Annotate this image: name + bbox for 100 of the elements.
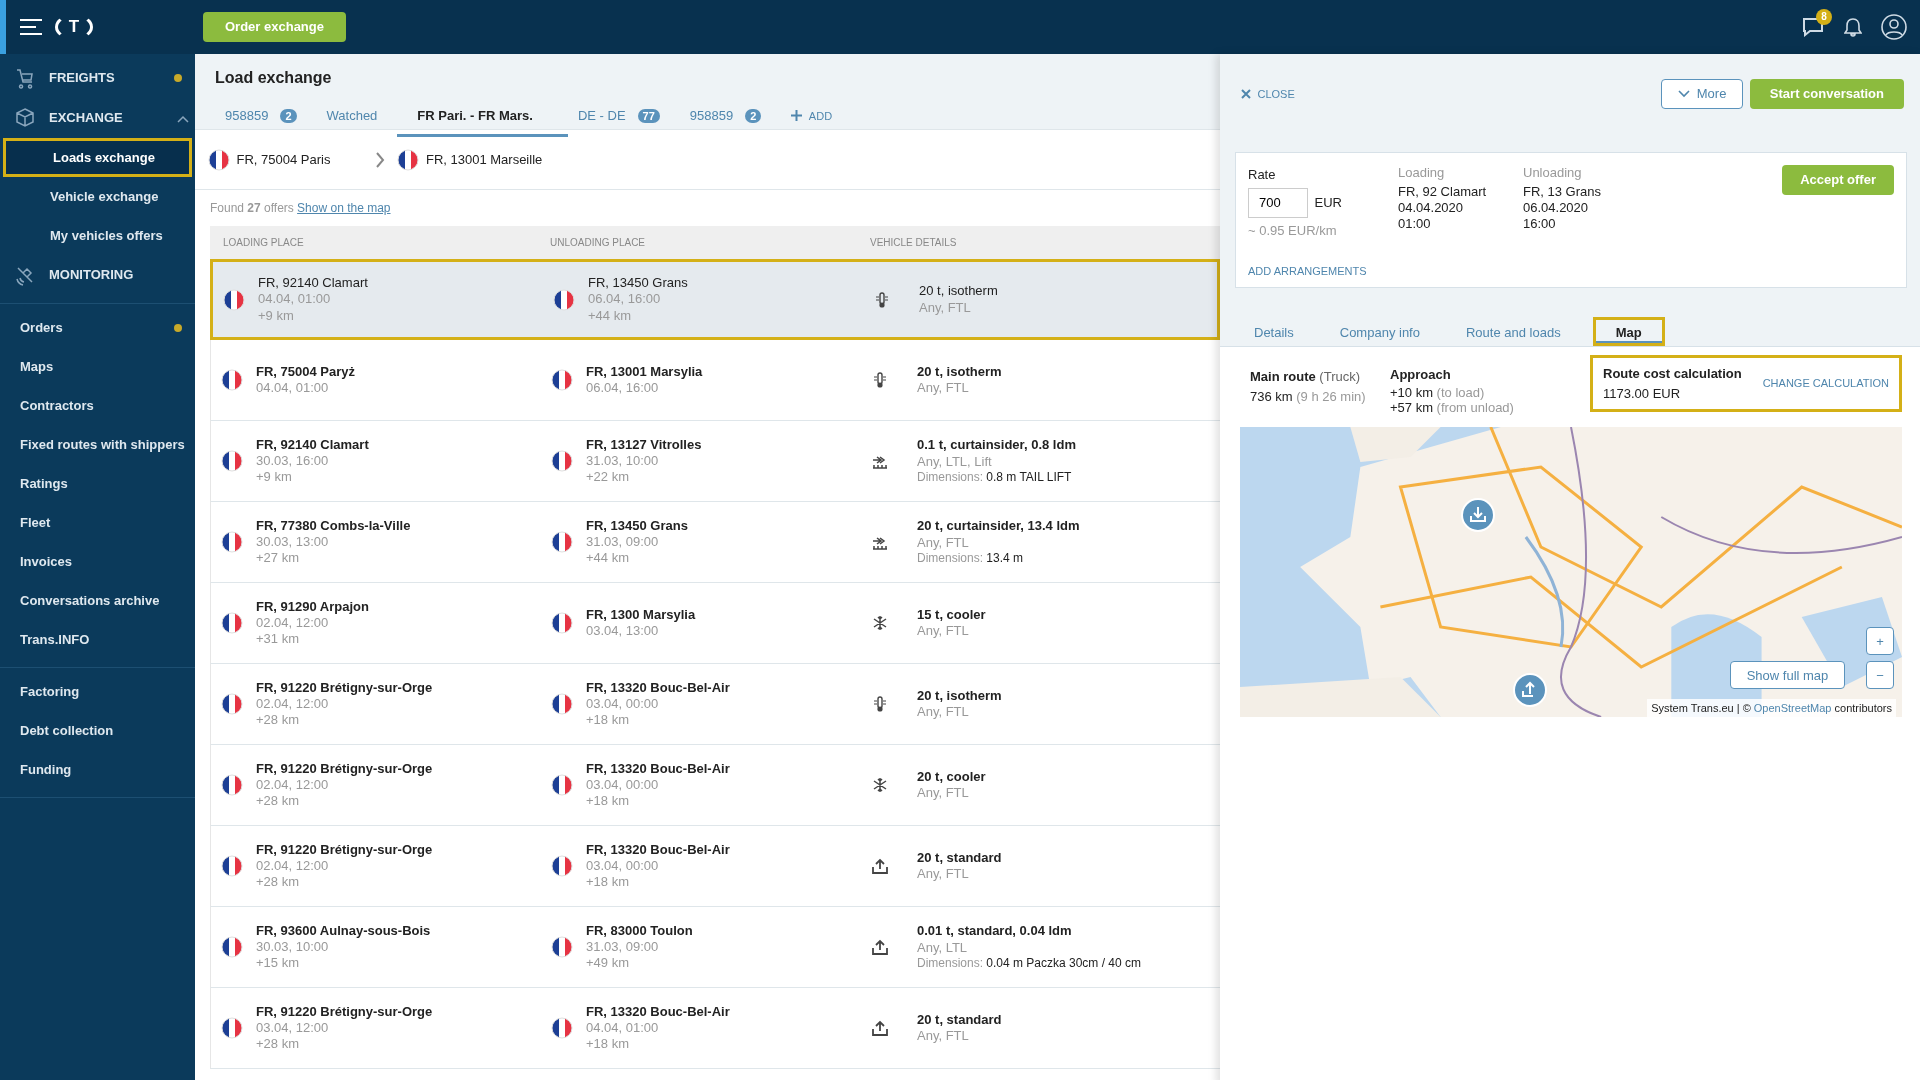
offer-row[interactable]: FR, 92140 Clamart 30.03, 16:00 +9 km FR, 13127 Vitrolles 31.03, 10:00 +22 km 0.1 t, curtainsider, 0.8 ldm Any, LTL, Lift Dimensions: 0.8 m TAIL LIFT: [210, 421, 1220, 502]
rate-input[interactable]: 700: [1248, 187, 1308, 218]
bell-icon[interactable]: [1843, 17, 1862, 37]
sidebar-section[interactable]: FREIGHTS: [0, 58, 195, 98]
column-header: VEHICLE DETAILS: [870, 236, 957, 250]
sidebar-item[interactable]: My vehicles offers: [3, 216, 192, 255]
openstreetmap-link[interactable]: OpenStreetMap: [1753, 701, 1832, 714]
place-name: FR, 91220 Brétigny-sur-Orge: [256, 1003, 433, 1020]
offer-row[interactable]: FR, 91220 Brétigny-sur-Orge 02.04, 12:00 +28 km FR, 13320 Bouc-Bel-Air 03.04, 00:00 +18 km 20 t, standard Any, FTL: [210, 826, 1220, 907]
offer-row[interactable]: FR, 75004 Paryż 04.04, 01:00 FR, 13001 Marsylia 06.04, 16:00 20 t, isotherm Any, FTL: [210, 340, 1220, 421]
vehicle-summary: 20 t, standard: [917, 849, 1002, 866]
detail-tab[interactable]: Map: [1592, 316, 1665, 346]
show-on-map-link[interactable]: Show on the map: [297, 199, 391, 217]
sidebar-item[interactable]: Vehicle exchange: [3, 177, 192, 216]
flag-icon: [221, 936, 243, 958]
distance: +18 km: [586, 1036, 630, 1053]
offer-row[interactable]: FR, 77380 Combs-la-Ville 30.03, 13:00 +27 km FR, 13450 Grans 31.03, 09:00 +44 km 20 t, curtainsider, 13.4 ldm Any, FTL Dimensions: 13.4 m: [210, 502, 1220, 583]
sidebar-item[interactable]: Invoices: [0, 542, 195, 581]
filter-tab[interactable]: FR Pari. - FR Mars.: [397, 98, 568, 137]
count-badge: 2: [745, 109, 762, 123]
date-time: 04.04, 01:00: [256, 380, 330, 397]
vehicle-summary: 20 t, standard: [917, 1011, 1002, 1028]
add-arrangements-link[interactable]: ADD ARRANGEMENTS: [1248, 262, 1367, 279]
date-time: 03.04, 12:00: [256, 1019, 330, 1037]
sidebar-item[interactable]: Loads exchange: [3, 138, 192, 177]
offer-row[interactable]: FR, 91290 Arpajon 02.04, 12:00 +31 km FR, 1300 Marsylia 03.04, 13:00 15 t, cooler Any, FTL: [210, 583, 1220, 664]
distance: +31 km: [256, 631, 300, 648]
date-time: 03.04, 00:00: [586, 776, 660, 794]
offer-row[interactable]: FR, 91220 Brétigny-sur-Orge 02.04, 12:00 +28 km FR, 13320 Bouc-Bel-Air 03.04, 00:00 +18 km 20 t, cooler Any, FTL: [210, 745, 1220, 826]
distance: +18 km: [586, 793, 630, 810]
sidebar-section[interactable]: MONITORING: [0, 255, 195, 295]
distance: +9 km: [258, 307, 295, 324]
flag-icon: [551, 1017, 573, 1039]
sidebar-item[interactable]: Fixed routes with shippers: [0, 425, 195, 464]
logo[interactable]: T: [55, 14, 93, 40]
sidebar-item[interactable]: Fleet: [0, 503, 195, 542]
approach-distance: +10 km (to load): [1390, 385, 1486, 401]
detail-tab[interactable]: Route and loads: [1451, 316, 1575, 346]
show-full-map-button[interactable]: Show full map: [1730, 661, 1845, 690]
zoom-in-button[interactable]: +: [1866, 627, 1894, 656]
more-button[interactable]: More: [1661, 79, 1744, 109]
upload-icon: [871, 857, 889, 875]
flag-icon: [551, 774, 573, 796]
vehicle-requirements: Any, FTL: [917, 704, 970, 721]
offer-row[interactable]: FR, 91220 Brétigny-sur-Orge 02.04, 12:00 +28 km FR, 13320 Bouc-Bel-Air 03.04, 00:00 +18 km 20 t, isotherm Any, FTL: [210, 664, 1220, 745]
sidebar-item[interactable]: Factoring: [0, 672, 195, 711]
place-name: FR, 13001 Marsylia: [586, 363, 703, 380]
vehicle-summary: 20 t, curtainsider, 13.4 ldm: [917, 518, 1080, 535]
change-calculation-link[interactable]: CHANGE CALCULATION: [1762, 375, 1889, 392]
main-route-title: Main route (Truck): [1250, 368, 1362, 386]
route-destination: FR, 13001 Marseille: [425, 150, 543, 169]
place-name: FR, 1300 Marsylia: [586, 606, 696, 623]
place-name: FR, 13320 Bouc-Bel-Air: [586, 1003, 730, 1020]
upload-icon: [871, 938, 889, 956]
offer-row[interactable]: FR, 93600 Aulnay-sous-Bois 30.03, 10:00 +15 km FR, 83000 Toulon 31.03, 09:00 +49 km 0.01 t, standard, 0.04 ldm Any, LTL Dimensions: 0.04 m Paczka 30cm / 40 cm: [210, 907, 1220, 988]
flag-icon: [221, 450, 243, 472]
chevron-right-icon: [375, 152, 386, 169]
sidebar-item[interactable]: Funding: [0, 750, 195, 789]
chevron-down-icon: [1678, 90, 1691, 98]
filter-tab[interactable]: 958859 2: [679, 98, 782, 137]
snowflake-icon: [871, 614, 889, 632]
sidebar-item[interactable]: Orders: [0, 308, 195, 347]
sidebar-item[interactable]: Conversations archive: [0, 581, 195, 620]
distance: +27 km: [256, 550, 300, 567]
flag-icon: [221, 855, 243, 877]
user-avatar-icon[interactable]: [1881, 14, 1907, 40]
detail-tab[interactable]: Company info: [1325, 316, 1434, 346]
dimensions-label: Dimensions:: [917, 469, 984, 485]
date-time: 06.04, 16:00: [588, 291, 662, 308]
sidebar-section[interactable]: EXCHANGE: [0, 98, 195, 138]
sidebar-item[interactable]: Maps: [0, 347, 195, 386]
offer-row[interactable]: FR, 91220 Brétigny-sur-Orge 03.04, 12:00 +28 km FR, 13320 Bouc-Bel-Air 04.04, 01:00 +18 km 20 t, standard Any, FTL: [210, 988, 1220, 1069]
download-marker-icon: [1460, 497, 1496, 534]
add-tab-button[interactable]: ADD: [781, 99, 853, 135]
close-button[interactable]: CLOSE: [1240, 84, 1296, 104]
filter-tab[interactable]: Watched: [316, 98, 398, 137]
sidebar-item[interactable]: Trans.INFO: [0, 620, 195, 659]
sidebar-item[interactable]: Contractors: [0, 386, 195, 425]
sidebar-item[interactable]: Debt collection: [0, 711, 195, 750]
zoom-out-button[interactable]: −: [1866, 661, 1894, 690]
filter-tab[interactable]: DE - DE 77: [567, 98, 680, 137]
menu-icon[interactable]: [20, 19, 42, 35]
dimensions-value: 13.4 m: [986, 550, 1023, 566]
distance: +28 km: [256, 1036, 300, 1053]
place-name: FR, 13320 Bouc-Bel-Air: [586, 760, 730, 777]
chevron-up-icon[interactable]: [176, 114, 189, 123]
filter-tab[interactable]: 958859 2: [215, 98, 317, 137]
offer-row[interactable]: FR, 92140 Clamart 04.04, 01:00 +9 km FR, 13450 Grans 06.04, 16:00 +44 km 20 t, isotherm Any, FTL: [210, 259, 1220, 340]
vehicle-requirements: Any, FTL: [917, 785, 970, 802]
accent-strip: [0, 0, 6, 54]
sidebar-item[interactable]: Ratings: [0, 464, 195, 503]
info-line: FR, 92 Clamart: [1398, 184, 1488, 201]
distance: +15 km: [256, 955, 300, 972]
detail-tab[interactable]: Details: [1240, 316, 1308, 346]
date-time: 03.04, 00:00: [586, 695, 660, 713]
date-time: 31.03, 10:00: [586, 452, 660, 470]
date-time: 03.04, 13:00: [586, 623, 660, 640]
vehicle-requirements: Any, FTL: [917, 1028, 970, 1045]
cart-icon: [14, 67, 36, 89]
rate-per-km: ~ 0.95 EUR/km: [1248, 222, 1338, 240]
